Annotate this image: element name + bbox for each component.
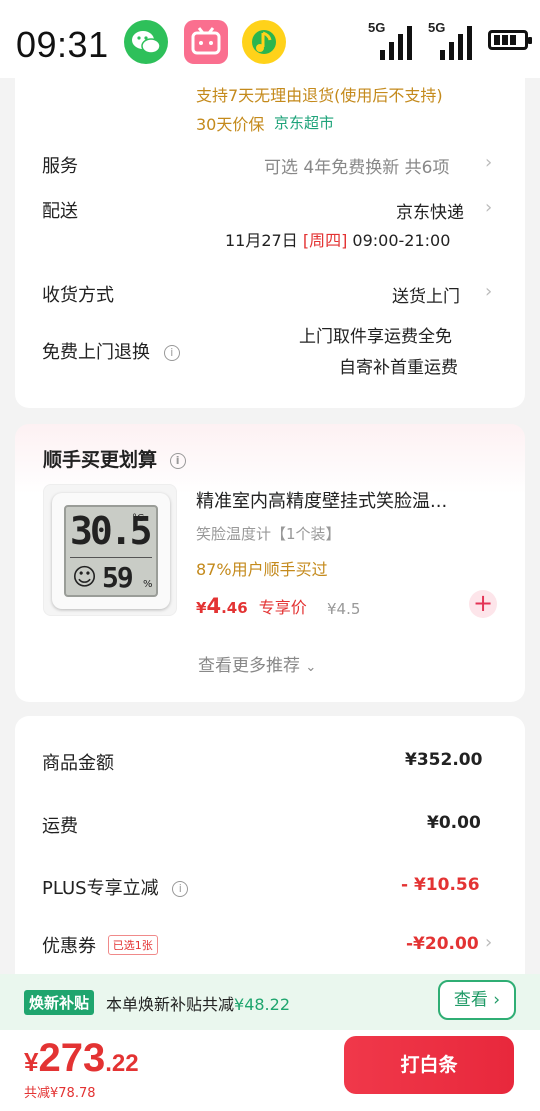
chevron-right-icon: ›: [493, 990, 501, 1010]
coupon-label: 优惠券 已选1张: [42, 932, 158, 958]
shipping-value[interactable]: 京东快递: [396, 198, 464, 223]
addon-card: 顺手买更划算 i 30.5 °C ☺ 59 % 精准室内高精度壁挂式笑脸温...…: [15, 424, 525, 702]
chevron-right-icon[interactable]: ›: [485, 197, 492, 218]
chevron-right-icon[interactable]: ›: [485, 932, 492, 953]
chevron-right-icon[interactable]: ›: [485, 281, 492, 302]
total-saved: 共减¥78.78: [24, 1086, 96, 1101]
ship-date: 11月27日: [225, 231, 298, 250]
info-icon[interactable]: i: [163, 345, 180, 361]
status-time: 09:31: [16, 24, 109, 65]
coupon-value[interactable]: -¥20.00: [406, 934, 479, 954]
qq-music-icon: [242, 20, 286, 64]
add-to-order-button[interactable]: +: [469, 590, 497, 618]
smiley-icon: ☺: [72, 563, 98, 591]
coupon-tag: 已选1张: [107, 935, 158, 955]
goods-value: ¥352.00: [405, 750, 483, 770]
view-subsidy-button[interactable]: 查看 ›: [438, 980, 516, 1020]
info-icon[interactable]: i: [172, 881, 189, 897]
info-icon[interactable]: i: [169, 453, 186, 469]
free-return-line1: 上门取件享运费全免: [299, 327, 452, 347]
service-value[interactable]: 可选 4年免费换新 共6项: [264, 153, 449, 178]
return-policy: 支持7天无理由退货(使用后不支持): [196, 86, 443, 105]
status-bar: 09:31 5G 5G: [0, 0, 540, 78]
subsidy-bar: 焕新补贴 本单焕新补贴共减¥48.22 查看 ›: [0, 974, 540, 1030]
wechat-icon: [124, 20, 168, 64]
free-return-line2: 自寄补首重运费: [339, 358, 458, 378]
goods-label: 商品金额: [42, 753, 114, 774]
product-name[interactable]: 精准室内高精度壁挂式笑脸温...: [196, 487, 447, 513]
freight-label: 运费: [42, 816, 78, 837]
plus-value: - ¥10.56: [401, 875, 480, 895]
original-price: ¥4.5: [327, 600, 361, 618]
ship-time: 09:00-21:00: [352, 231, 451, 250]
checkout-bar: ¥273.22 共减¥78.78 打白条: [0, 1030, 540, 1111]
chevron-down-icon: ⌄: [305, 660, 317, 675]
battery-icon: [488, 30, 532, 50]
product-spec[interactable]: 笑脸温度计【1个装】: [196, 523, 341, 544]
thermometer-image: 30.5 °C ☺ 59 %: [52, 493, 170, 609]
free-return-label: 免费上门退换 i: [42, 338, 180, 364]
chevron-right-icon[interactable]: ›: [485, 152, 492, 173]
price-tag: 专享价: [258, 598, 307, 617]
receive-value[interactable]: 送货上门: [392, 282, 460, 307]
price-protect: 30天价保: [196, 115, 265, 134]
receive-label: 收货方式: [42, 285, 114, 306]
subsidy-amount: ¥48.22: [234, 995, 290, 1014]
ship-weekday: [周四]: [302, 231, 348, 250]
addon-title: 顺手买更划算 i: [43, 445, 186, 472]
freight-value: ¥0.00: [427, 813, 481, 833]
social-proof: 87%用户顺手买过: [196, 560, 328, 579]
subsidy-text: 本单焕新补贴共减¥48.22: [106, 995, 290, 1014]
signal-5g-icon: 5G: [368, 20, 416, 60]
product-thumbnail[interactable]: 30.5 °C ☺ 59 %: [43, 484, 177, 616]
product-price: ¥4.46 专享价: [196, 594, 307, 618]
pay-button[interactable]: 打白条: [344, 1036, 514, 1094]
subsidy-tag: 焕新补贴: [24, 990, 95, 1015]
service-label: 服务: [42, 156, 78, 177]
bilibili-icon: [184, 20, 228, 64]
ship-schedule: 11月27日 [周四] 09:00-21:00: [225, 227, 450, 251]
more-recommend-link[interactable]: 查看更多推荐 ⌄: [198, 651, 316, 676]
delivery-card: 支持7天无理由退货(使用后不支持) 30天价保 京东超市 服务 可选 4年免费换…: [15, 60, 525, 408]
plus-label: PLUS专享立减 i: [42, 874, 189, 900]
store-name: 京东超市: [274, 114, 335, 132]
price-summary-card: 商品金额 ¥352.00 运费 ¥0.00 PLUS专享立减 i - ¥10.5…: [15, 716, 525, 1016]
total-price: ¥273.22: [24, 1036, 139, 1080]
shipping-label: 配送: [42, 201, 78, 222]
signal-5g-icon: 5G: [428, 20, 476, 60]
